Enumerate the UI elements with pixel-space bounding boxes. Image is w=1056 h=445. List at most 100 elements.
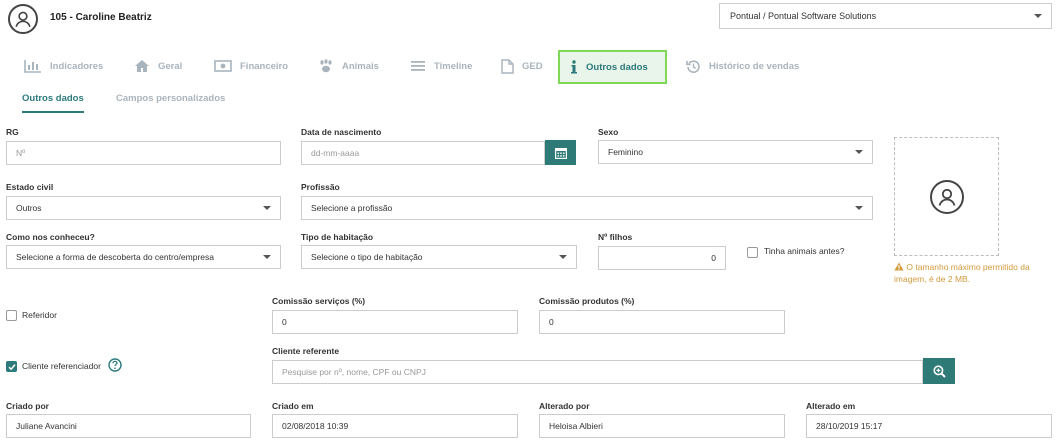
referring-client-label: Cliente referente [272,346,340,356]
tab-ged-label: GED [522,60,543,72]
sex-value: Feminino [608,147,643,157]
chevron-down-icon [559,255,567,259]
help-icon[interactable] [108,358,122,372]
referenced-client-label: Cliente referenciador [22,361,101,371]
housing-label: Tipo de habitação [301,232,374,242]
history-icon [686,59,700,73]
products-commission-label: Comissão produtos (%) [539,296,635,306]
tab-geral[interactable]: Geral [124,52,192,80]
civil-status-select[interactable]: Outros [6,196,281,220]
sex-label: Sexo [598,127,619,137]
chevron-down-icon [263,255,271,259]
services-commission-input[interactable]: 0 [272,310,518,334]
created-at-field: 02/08/2018 10:39 [272,414,518,438]
calendar-icon [554,147,567,159]
changed-by-field: Heloisa Albieri [539,414,785,438]
referring-client-search-input[interactable]: Pesquise por nº, nome, CPF ou CNPJ [272,360,923,384]
tab-financeiro[interactable]: Financeiro [204,52,298,80]
rg-input[interactable]: Nº [6,141,281,165]
housing-placeholder: Selecione o tipo de habitação [311,252,423,262]
company-select-value: Pontual / Pontual Software Solutions [730,11,877,21]
civil-status-value: Outros [16,203,42,213]
photo-size-warning: O tamanho máximo permitido da imagem, é … [894,261,1054,285]
how-found-placeholder: Selecione a forma de descoberta do centr… [16,252,214,262]
user-icon [938,188,955,206]
tab-timeline-label: Timeline [434,60,473,72]
how-found-label: Como nos conheceu? [6,232,95,242]
check-icon [7,363,16,370]
children-value: 0 [711,253,716,263]
children-input[interactable]: 0 [598,246,726,270]
calendar-button[interactable] [545,140,576,165]
sex-select[interactable]: Feminino [598,140,873,164]
tab-indicadores-label: Indicadores [50,60,104,72]
created-at-label: Criado em [272,401,314,411]
client-avatar [8,4,38,34]
search-plus-icon [932,364,946,378]
tab-outros-dados[interactable]: Outros dados [558,50,667,84]
services-commission-label: Comissão serviços (%) [272,296,366,306]
tab-animais-label: Animais [342,60,379,72]
products-commission-value: 0 [549,317,554,327]
chevron-down-icon [855,206,863,210]
subtab-outros-dados[interactable]: Outros dados [22,93,84,113]
had-animals-checkbox[interactable] [747,247,758,258]
tab-timeline[interactable]: Timeline [400,52,482,80]
tab-historico-label: Histórico de vendas [709,60,800,72]
list-icon [411,61,425,71]
created-by-field: Juliane Avancini [6,414,251,438]
birth-date-input[interactable]: dd-mm-aaaa [301,141,545,165]
tab-outros-dados-label: Outros dados [586,61,648,73]
tab-financeiro-label: Financeiro [240,60,289,72]
profession-placeholder: Selecione a profissão [311,203,393,213]
search-button[interactable] [923,358,955,384]
profession-label: Profissão [301,182,340,192]
tab-historico-de-vendas[interactable]: Histórico de vendas [676,52,809,80]
tab-ged[interactable]: GED [491,52,553,80]
created-by-label: Criado por [6,401,49,411]
referrer-checkbox[interactable] [6,310,17,321]
referring-client-placeholder: Pesquise por nº, nome, CPF ou CNPJ [282,367,426,377]
money-icon [214,60,232,72]
info-icon [571,60,577,74]
changed-by-label: Alterado por [539,401,590,411]
chevron-down-icon [1034,14,1042,18]
tab-animais[interactable]: Animais [308,52,389,80]
subtab-campos-personalizados[interactable]: Campos personalizados [116,93,225,104]
home-icon [135,60,149,72]
company-select[interactable]: Pontual / Pontual Software Solutions [719,3,1052,29]
services-commission-value: 0 [282,317,287,327]
photo-upload-area[interactable] [894,137,999,256]
children-label: Nº filhos [598,232,633,242]
changed-at-value: 28/10/2019 15:17 [816,421,883,431]
housing-select[interactable]: Selecione o tipo de habitação [301,245,577,269]
birth-date-label: Data de nascimento [301,127,382,137]
created-at-value: 02/08/2018 10:39 [282,421,349,431]
rg-placeholder: Nº [16,148,26,158]
client-title: 105 - Caroline Beatriz [50,12,152,23]
warning-icon [894,262,904,271]
how-found-select[interactable]: Selecione a forma de descoberta do centr… [6,245,281,269]
created-by-value: Juliane Avancini [16,421,77,431]
tab-indicadores[interactable]: Indicadores [14,52,113,80]
user-icon [15,11,31,28]
chevron-down-icon [263,206,271,210]
referenced-client-checkbox[interactable] [6,361,17,372]
birth-date-placeholder: dd-mm-aaaa [311,148,360,158]
products-commission-input[interactable]: 0 [539,310,785,334]
changed-at-field: 28/10/2019 15:17 [806,414,1052,438]
chevron-down-icon [855,150,863,154]
photo-size-warning-text: O tamanho máximo permitido da imagem, é … [894,262,1030,284]
paw-icon [320,59,332,73]
photo-avatar [929,179,964,214]
rg-label: RG [6,127,19,137]
changed-at-label: Alterado em [806,401,856,411]
document-icon [501,58,514,74]
tab-geral-label: Geral [158,60,183,72]
had-animals-label: Tinha animais antes? [764,246,845,256]
bar-chart-icon [24,60,41,73]
civil-status-label: Estado civil [6,182,54,192]
profession-select[interactable]: Selecione a profissão [301,196,873,220]
changed-by-value: Heloisa Albieri [549,421,603,431]
referrer-label: Referidor [22,310,57,320]
